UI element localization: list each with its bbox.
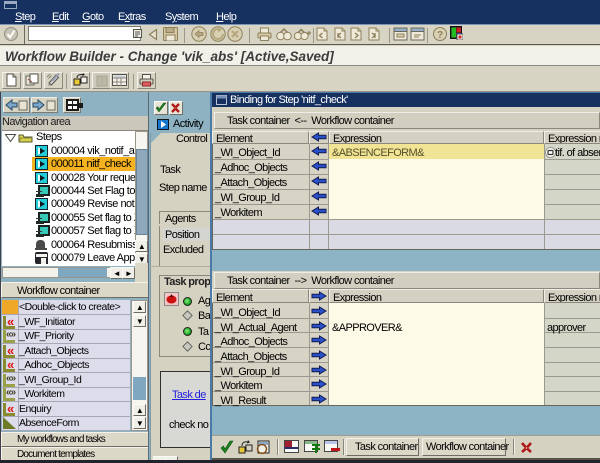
svg-text:?: ? bbox=[437, 30, 443, 41]
